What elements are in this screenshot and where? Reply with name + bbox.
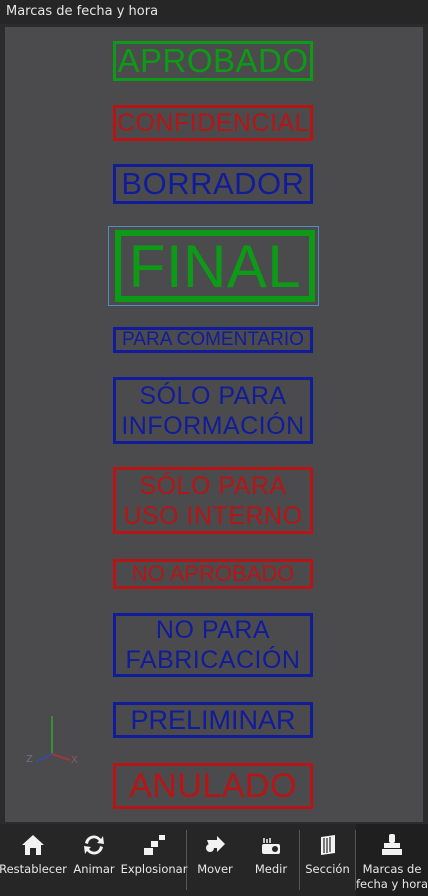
explosionar-button[interactable]: Explosionar bbox=[120, 824, 188, 896]
section-icon bbox=[315, 824, 341, 862]
x-axis-label: X bbox=[71, 755, 78, 766]
stamp-no-aprobado[interactable]: NO APROBADO bbox=[113, 559, 313, 589]
stamp-final[interactable]: FINAL bbox=[115, 230, 315, 302]
explode-icon bbox=[141, 824, 167, 862]
move-icon bbox=[202, 824, 228, 862]
stamp-label: NO APROBADO bbox=[131, 561, 295, 586]
stamp-label-line2: USO INTERNO bbox=[123, 501, 303, 530]
animar-label: Animar bbox=[73, 862, 115, 876]
stamp-aprobado[interactable]: APROBADO bbox=[113, 41, 313, 81]
stamp-label: PRELIMINAR bbox=[130, 704, 296, 735]
marcas-label-line1: Marcas de bbox=[362, 862, 422, 876]
z-axis-line bbox=[35, 753, 53, 763]
marcas-label-line2: fecha y hora bbox=[356, 877, 428, 891]
home-icon bbox=[20, 824, 46, 862]
stamp-label: FINAL bbox=[128, 232, 302, 300]
mover-button[interactable]: Mover bbox=[187, 824, 243, 896]
animate-icon bbox=[81, 824, 107, 862]
stamp-preliminar[interactable]: PRELIMINAR bbox=[113, 702, 313, 738]
restablecer-button[interactable]: Restablecer bbox=[0, 824, 67, 896]
explosionar-label: Explosionar bbox=[120, 862, 188, 876]
stamp-solo-informacion[interactable]: SÓLO PARA INFORMACIÓN bbox=[113, 377, 313, 444]
mover-label: Mover bbox=[197, 862, 233, 876]
stamp-label: PARA COMENTARIO bbox=[122, 329, 304, 350]
medir-button[interactable]: Medir bbox=[243, 824, 299, 896]
stamps-panel: APROBADO CONFIDENCIAL BORRADOR FINAL PAR… bbox=[5, 27, 423, 822]
stamp-label: CONFIDENCIAL bbox=[116, 108, 310, 137]
stamp-label-line1: NO PARA bbox=[155, 616, 271, 644]
stamp-anulado[interactable]: ANULADO bbox=[113, 763, 313, 809]
z-axis-label: Z bbox=[26, 754, 33, 765]
marcas-fecha-hora-button[interactable]: Marcas de fecha y hora bbox=[356, 824, 428, 896]
stamp-label-line2: INFORMACIÓN bbox=[121, 411, 305, 440]
window-title: Marcas de fecha y hora bbox=[0, 0, 428, 24]
stamp-label-line1: SÓLO PARA bbox=[139, 471, 287, 500]
bottom-toolbar: Restablecer Animar Explosionar Mover Med… bbox=[0, 824, 428, 896]
x-axis-line bbox=[51, 753, 71, 761]
stamp-label: ANULADO bbox=[129, 766, 297, 805]
restablecer-label: Restablecer bbox=[0, 862, 67, 876]
seccion-label: Sección bbox=[305, 862, 350, 876]
measure-icon bbox=[258, 824, 284, 862]
medir-label: Medir bbox=[254, 862, 288, 876]
stamp-label: BORRADOR bbox=[121, 166, 305, 201]
stamp-icon bbox=[379, 824, 405, 862]
stamp-no-fabricacion[interactable]: NO PARA FABRICACIÓN bbox=[113, 613, 313, 677]
stamp-label-line2: FABRICACIÓN bbox=[125, 646, 301, 674]
stamp-label-line1: SÓLO PARA bbox=[139, 381, 287, 410]
stamp-confidencial[interactable]: CONFIDENCIAL bbox=[113, 105, 313, 141]
stamp-label: APROBADO bbox=[117, 42, 309, 79]
seccion-button[interactable]: Sección bbox=[300, 824, 355, 896]
axis-triad-icon: Z X bbox=[26, 716, 78, 766]
stamp-para-comentario[interactable]: PARA COMENTARIO bbox=[113, 327, 313, 353]
stamp-borrador[interactable]: BORRADOR bbox=[113, 164, 313, 204]
animar-button[interactable]: Animar bbox=[66, 824, 122, 896]
stamp-solo-uso-interno[interactable]: SÓLO PARA USO INTERNO bbox=[113, 467, 313, 534]
